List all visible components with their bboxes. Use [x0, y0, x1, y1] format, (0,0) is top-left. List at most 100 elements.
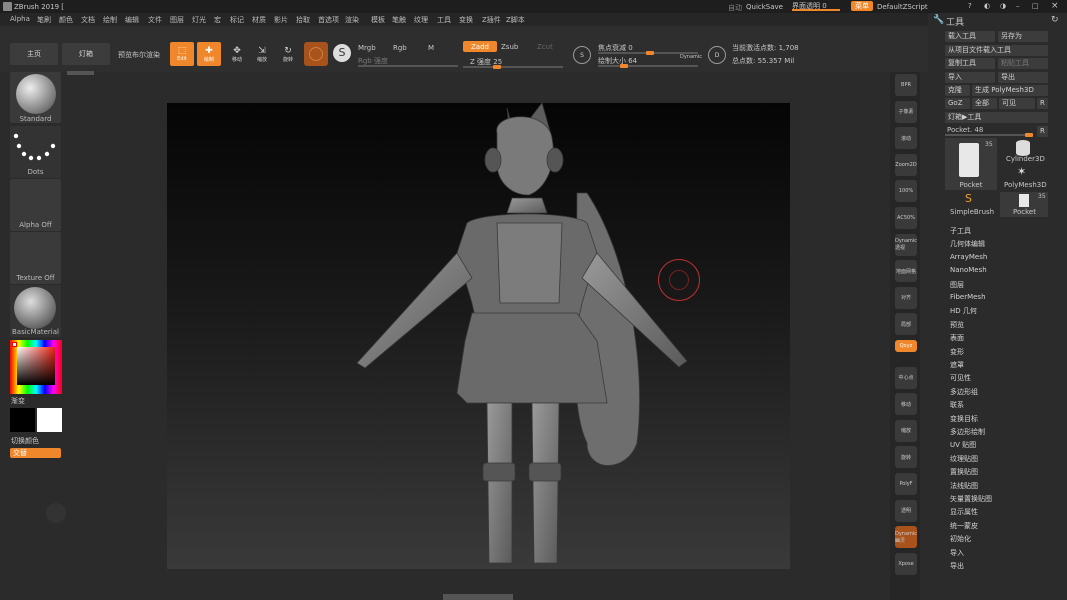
- make-polymesh-button[interactable]: 生成 PolyMesh3D: [972, 85, 1048, 96]
- right-shelf-button[interactable]: 对齐: [895, 286, 917, 309]
- left-shelf-handle[interactable]: [67, 71, 94, 75]
- goz-all-button[interactable]: 全部: [972, 98, 997, 109]
- right-shelf-button[interactable]: AC50%: [895, 207, 917, 229]
- mrgb-button[interactable]: Mrgb: [358, 44, 376, 52]
- subpalette-item[interactable]: 矢量置换贴图: [950, 494, 992, 504]
- rotate-button[interactable]: ↻ 旋转: [276, 42, 300, 66]
- right-shelf-button[interactable]: 移动: [895, 393, 917, 416]
- right-shelf-button[interactable]: 100%: [895, 180, 917, 203]
- import-button[interactable]: 导入: [945, 72, 995, 83]
- color-picker[interactable]: [10, 340, 62, 394]
- tool-thumb-pocket[interactable]: 35 Pocket: [945, 138, 997, 190]
- draw-size-handle[interactable]: [620, 64, 628, 68]
- ui-opacity-bar[interactable]: [792, 9, 840, 11]
- subpalette-item[interactable]: UV 贴图: [950, 440, 976, 450]
- help-icon[interactable]: ?: [968, 2, 972, 10]
- subpalette-item[interactable]: 图层: [950, 280, 964, 290]
- right-shelf-button[interactable]: 旋转: [895, 446, 917, 469]
- zadd-button[interactable]: Zadd: [463, 41, 497, 52]
- quicksave-button[interactable]: QuickSave: [746, 3, 783, 11]
- focal-shift-handle[interactable]: [646, 51, 654, 55]
- menus-button[interactable]: 菜单: [851, 1, 873, 11]
- subpalette-item[interactable]: 预览: [950, 320, 964, 330]
- bpr-preview-button[interactable]: 预览布尔渲染: [118, 50, 160, 60]
- draw-size-track[interactable]: [598, 64, 698, 68]
- pocket-slider-label[interactable]: Pocket. 48: [947, 126, 983, 134]
- menu-item[interactable]: Alpha: [10, 15, 30, 23]
- default-zscript-button[interactable]: DefaultZScript: [877, 3, 928, 11]
- maximize-icon[interactable]: □: [1032, 2, 1039, 10]
- z-intensity-track[interactable]: [463, 65, 563, 69]
- menu-item[interactable]: 灯光: [192, 15, 206, 25]
- gradient-label[interactable]: 渐变: [11, 396, 25, 406]
- layout-icon[interactable]: ◐: [984, 2, 990, 10]
- zsub-button[interactable]: Zsub: [501, 43, 518, 51]
- menu-item[interactable]: 渲染: [345, 15, 359, 25]
- palette-undock-icon[interactable]: ↻: [1051, 15, 1059, 25]
- subpalette-item[interactable]: HD 几何: [950, 306, 977, 316]
- menu-item[interactable]: 颜色: [59, 15, 73, 25]
- right-shelf-button[interactable]: 滚动: [895, 127, 917, 150]
- secondary-color-swatch[interactable]: [37, 408, 62, 432]
- menu-item[interactable]: 图层: [170, 15, 184, 25]
- subpalette-item[interactable]: 遮罩: [950, 360, 964, 370]
- right-shelf-button[interactable]: 地面网格: [895, 260, 917, 283]
- subpalette-item[interactable]: 法线贴图: [950, 481, 978, 491]
- sculptris-icon[interactable]: S: [573, 46, 591, 64]
- menu-item[interactable]: 纹理: [414, 15, 428, 25]
- color-picker-square[interactable]: [17, 347, 55, 385]
- menu-item[interactable]: 笔刷: [37, 15, 51, 25]
- lightbox-tool-button[interactable]: 灯箱▶工具: [945, 112, 1048, 123]
- bottom-shelf-handle[interactable]: [443, 594, 513, 600]
- right-shelf-button[interactable]: 中心点: [895, 366, 917, 389]
- save-as-button[interactable]: 另存为: [998, 31, 1048, 42]
- subpalette-item[interactable]: 置换贴图: [950, 467, 978, 477]
- menu-item[interactable]: 模板: [371, 15, 385, 25]
- z-intensity-handle[interactable]: [493, 65, 501, 69]
- right-shelf-button[interactable]: 子像素: [895, 100, 917, 123]
- left-scroll-knob[interactable]: [46, 503, 66, 523]
- lightbox-button[interactable]: 灯箱: [62, 43, 110, 65]
- clone-button[interactable]: 克隆: [945, 85, 970, 96]
- menu-item[interactable]: Z插件: [482, 15, 501, 25]
- goz-button[interactable]: GoZ: [945, 98, 970, 109]
- subpalette-item[interactable]: 联系: [950, 400, 964, 410]
- subpalette-item[interactable]: ArrayMesh: [950, 253, 987, 261]
- rgb-button[interactable]: Rgb: [393, 44, 407, 52]
- menu-item[interactable]: 编辑: [125, 15, 139, 25]
- tool-thumb-pocket-2[interactable]: 35 Pocket: [1000, 192, 1048, 217]
- subpalette-item[interactable]: 导入: [950, 548, 964, 558]
- subpalette-item[interactable]: 表面: [950, 333, 964, 343]
- color-icon[interactable]: ◑: [1000, 2, 1006, 10]
- subpalette-item[interactable]: 变形: [950, 347, 964, 357]
- tool-palette-header[interactable]: 工具: [946, 15, 964, 28]
- load-from-project-button[interactable]: 从项目文件载入工具: [945, 45, 1048, 56]
- tool-slider[interactable]: [945, 133, 1033, 137]
- menu-item[interactable]: 材质: [252, 15, 266, 25]
- subpalette-item[interactable]: 统一蒙皮: [950, 521, 978, 531]
- dynamic-button[interactable]: Dynamic: [680, 54, 702, 60]
- m-button[interactable]: M: [428, 44, 434, 52]
- tool-slider-handle[interactable]: [1025, 133, 1033, 137]
- subpalette-item[interactable]: 几何体编辑: [950, 239, 985, 249]
- menu-item[interactable]: 影片: [274, 15, 288, 25]
- material-sphere-button[interactable]: [304, 42, 328, 66]
- minimize-icon[interactable]: –: [1016, 2, 1020, 10]
- main-color-swatch[interactable]: [10, 408, 35, 432]
- subpalette-item[interactable]: 初始化: [950, 534, 971, 544]
- subpalette-item[interactable]: 子工具: [950, 226, 971, 236]
- copy-tool-button[interactable]: 复制工具: [945, 58, 995, 69]
- edit-button[interactable]: ⬚ Edit: [170, 42, 194, 66]
- subpalette-item[interactable]: 显示属性: [950, 507, 978, 517]
- subpalette-item[interactable]: 可见性: [950, 373, 971, 383]
- menu-item[interactable]: 宏: [214, 15, 221, 25]
- menu-item[interactable]: 标记: [230, 15, 244, 25]
- menu-item[interactable]: 拾取: [296, 15, 310, 25]
- tool-thumb-polymesh[interactable]: ✶ PolyMesh3D: [1000, 165, 1048, 190]
- menu-item[interactable]: 文件: [148, 15, 162, 25]
- export-button[interactable]: 导出: [998, 72, 1048, 83]
- right-shelf-button[interactable]: PolyF: [895, 473, 917, 495]
- menu-item[interactable]: 工具: [437, 15, 451, 25]
- subpalette-item[interactable]: 变换目标: [950, 414, 978, 424]
- tool-slider-r-button[interactable]: R: [1037, 126, 1048, 137]
